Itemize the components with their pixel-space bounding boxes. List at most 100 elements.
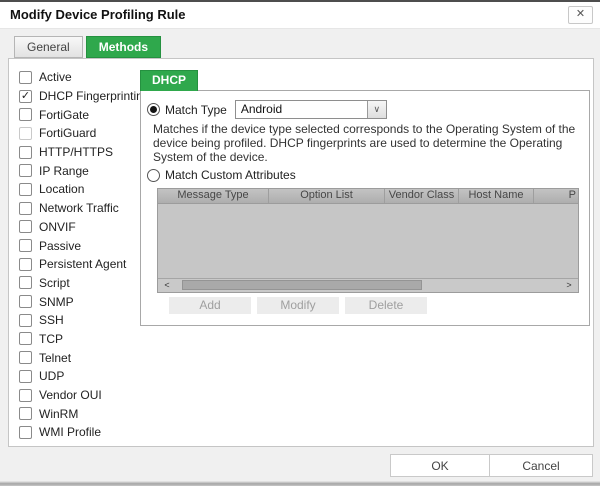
method-checkbox-list: Active ✓ DHCP Fingerprinting FortiGate Forti… xyxy=(19,68,150,442)
unchecked-checkbox[interactable] xyxy=(19,164,32,178)
method-item-label: WMI Profile xyxy=(39,425,102,440)
match-type-radio[interactable] xyxy=(147,103,160,116)
match-custom-row: Match Custom Attributes xyxy=(147,168,296,182)
method-item-persistent-agent[interactable]: Persistent Agent xyxy=(19,255,150,274)
method-item-fortigate[interactable]: FortiGate xyxy=(19,105,150,124)
method-item-ssh[interactable]: SSH xyxy=(19,311,150,330)
method-item-passive[interactable]: Passive xyxy=(19,236,150,255)
match-type-description: Matches if the device type selected corr… xyxy=(153,122,576,164)
unchecked-checkbox[interactable] xyxy=(19,182,32,196)
ok-button[interactable]: OK xyxy=(390,454,490,477)
table-body-empty xyxy=(158,204,578,278)
unchecked-checkbox[interactable] xyxy=(19,407,32,421)
unchecked-checkbox[interactable] xyxy=(19,276,32,290)
method-item-winrm[interactable]: WinRM xyxy=(19,404,150,423)
close-icon: ✕ xyxy=(575,8,586,20)
method-item-tcp[interactable]: TCP xyxy=(19,330,150,349)
unchecked-checkbox[interactable] xyxy=(19,369,32,383)
column-header-host-name: Host Name xyxy=(459,189,534,203)
method-item-wmi-profile[interactable]: WMI Profile xyxy=(19,423,150,442)
method-item-label: Location xyxy=(39,182,85,197)
method-item-label: Persistent Agent xyxy=(39,257,127,272)
method-item-ip-range[interactable]: IP Range xyxy=(19,161,150,180)
column-header-message-type: Message Type xyxy=(158,189,269,203)
method-item-label: UDP xyxy=(39,369,65,384)
match-custom-attributes-label: Match Custom Attributes xyxy=(165,168,296,182)
dhcp-settings-group: Match Type Android ∨ Matches if the devi… xyxy=(140,90,590,326)
horizontal-scrollbar[interactable]: < > xyxy=(158,278,578,292)
method-item-label: Telnet xyxy=(39,350,72,365)
method-item-network-traffic[interactable]: Network Traffic xyxy=(19,199,150,218)
method-item-label: DHCP Fingerprinting xyxy=(39,89,150,104)
method-item-snmp[interactable]: SNMP xyxy=(19,292,150,311)
method-item-http-https[interactable]: HTTP/HTTPS xyxy=(19,143,150,162)
unchecked-checkbox[interactable] xyxy=(19,313,32,327)
method-item-telnet[interactable]: Telnet xyxy=(19,348,150,367)
tab-methods[interactable]: Methods xyxy=(85,36,162,58)
match-type-select[interactable]: Android ∨ xyxy=(234,100,387,119)
unchecked-checkbox[interactable] xyxy=(19,388,32,402)
tab-strip: General Methods xyxy=(14,36,162,58)
table-header-row: Message Type Option List Vendor Class Host … xyxy=(158,189,578,204)
cancel-button[interactable]: Cancel xyxy=(489,454,593,477)
match-type-label: Match Type xyxy=(165,102,227,117)
method-item-fortiguard[interactable]: FortiGuard xyxy=(19,124,150,143)
method-item-onvif[interactable]: ONVIF xyxy=(19,218,150,237)
method-item-script[interactable]: Script xyxy=(19,274,150,293)
method-item-label: FortiGuard xyxy=(39,126,97,141)
close-button[interactable]: ✕ xyxy=(568,6,593,24)
scroll-right-icon[interactable]: > xyxy=(562,279,576,292)
unchecked-checkbox[interactable] xyxy=(19,220,32,234)
method-item-active[interactable]: Active xyxy=(19,68,150,87)
column-header-option-list: Option List xyxy=(269,189,385,203)
method-item-label: WinRM xyxy=(39,406,79,421)
match-custom-attributes-radio[interactable] xyxy=(147,168,160,182)
checked-checkbox[interactable]: ✓ xyxy=(19,89,32,103)
table-action-buttons: Add Modify Delete xyxy=(169,297,427,314)
unchecked-checkbox[interactable] xyxy=(19,145,32,159)
method-item-label: Active xyxy=(39,70,72,85)
dialog-titlebar: Modify Device Profiling Rule ✕ xyxy=(0,2,600,29)
unchecked-checkbox[interactable] xyxy=(19,201,32,215)
unchecked-checkbox[interactable] xyxy=(19,425,32,439)
match-type-selected-value: Android xyxy=(240,102,283,116)
match-type-row: Match Type Android ∨ xyxy=(147,100,387,119)
add-button[interactable]: Add xyxy=(169,297,251,314)
column-header-p: P xyxy=(568,189,576,201)
dhcp-section-tab: DHCP xyxy=(140,70,199,91)
methods-panel: Active ✓ DHCP Fingerprinting FortiGate Forti… xyxy=(8,58,594,447)
dialog-title: Modify Device Profiling Rule xyxy=(10,7,186,22)
unchecked-checkbox[interactable] xyxy=(19,351,32,365)
dialog-bottom-edge xyxy=(0,481,600,486)
scrollbar-thumb[interactable] xyxy=(182,280,422,290)
method-item-label: Passive xyxy=(39,238,82,253)
unchecked-checkbox[interactable] xyxy=(19,126,32,140)
checkmark-icon: ✓ xyxy=(20,89,31,102)
column-header-vendor-class: Vendor Class xyxy=(385,189,459,203)
method-item-label: Network Traffic xyxy=(39,201,119,216)
method-item-location[interactable]: Location xyxy=(19,180,150,199)
delete-button[interactable]: Delete xyxy=(345,297,427,314)
unchecked-checkbox[interactable] xyxy=(19,239,32,253)
modify-button[interactable]: Modify xyxy=(257,297,339,314)
chevron-down-icon[interactable]: ∨ xyxy=(366,101,386,118)
unchecked-checkbox[interactable] xyxy=(19,108,32,122)
tab-general[interactable]: General xyxy=(14,36,83,58)
method-item-label: Vendor OUI xyxy=(39,388,102,403)
unchecked-checkbox[interactable] xyxy=(19,70,32,84)
unchecked-checkbox[interactable] xyxy=(19,295,32,309)
method-item-dhcp-fingerprinting[interactable]: ✓ DHCP Fingerprinting xyxy=(19,87,150,106)
method-item-label: ONVIF xyxy=(39,219,76,234)
scroll-left-icon[interactable]: < xyxy=(160,279,174,292)
unchecked-checkbox[interactable] xyxy=(19,332,32,346)
method-item-label: FortiGate xyxy=(39,107,90,122)
method-item-vendor-oui[interactable]: Vendor OUI xyxy=(19,386,150,405)
method-item-label: TCP xyxy=(39,331,63,346)
method-item-label: IP Range xyxy=(39,163,89,178)
custom-attributes-table: Message Type Option List Vendor Class Host … xyxy=(157,188,579,293)
method-item-label: SSH xyxy=(39,313,64,328)
method-item-label: Script xyxy=(39,275,70,290)
unchecked-checkbox[interactable] xyxy=(19,257,32,271)
method-item-udp[interactable]: UDP xyxy=(19,367,150,386)
modify-device-profiling-rule-dialog: Modify Device Profiling Rule ✕ General M… xyxy=(0,0,600,486)
